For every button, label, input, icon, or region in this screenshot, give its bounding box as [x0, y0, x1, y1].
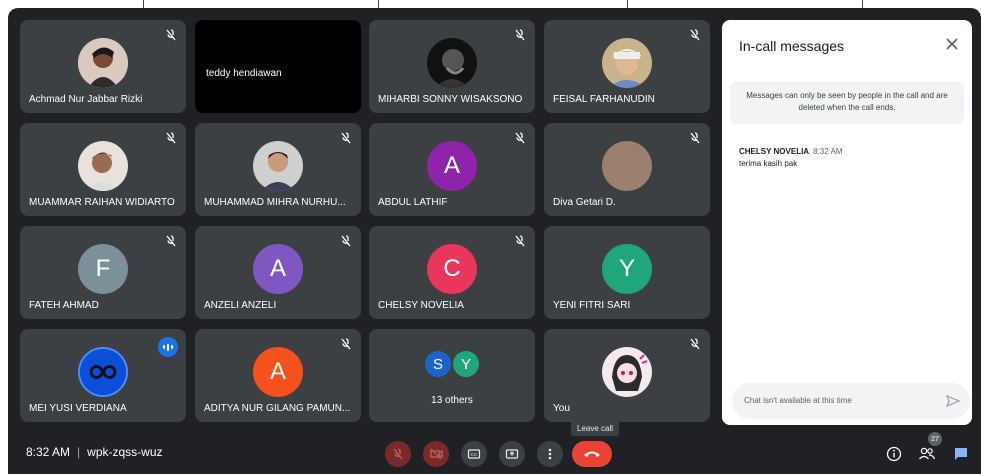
mic-off-icon — [515, 132, 525, 144]
message-sender-name: CHELSY NOVELIA — [739, 147, 810, 156]
participant-name: ABDUL LATHIF — [378, 197, 448, 208]
mic-off-icon — [515, 235, 525, 247]
participant-tile[interactable]: A ANZELI ANZELI — [195, 226, 361, 319]
participant-photo — [78, 346, 128, 397]
participant-name: Achmad Nur Jabbar Rizki — [29, 94, 143, 105]
present-icon — [505, 449, 519, 459]
participant-name: FATEH AHMAD — [29, 300, 99, 311]
participant-initial-avatar: A — [253, 243, 303, 294]
message-text: terima kasih pak — [739, 159, 798, 168]
participant-tile[interactable]: MEI YUSI VERDIANA — [20, 329, 186, 422]
chat-button[interactable] — [951, 444, 971, 464]
self-tile[interactable]: You — [544, 329, 710, 422]
participant-tile[interactable]: FEISAL FARHANUDIN — [544, 20, 710, 113]
participant-tile[interactable]: A ABDUL LATHIF — [369, 123, 535, 216]
clock-time: 8:32 AM — [26, 445, 71, 459]
leave-call-button[interactable] — [572, 441, 612, 467]
participant-name: FEISAL FARHANUDIN — [553, 94, 655, 105]
in-call-messages-panel: In-call messages Messages can only be se… — [722, 20, 972, 425]
people-button[interactable] — [917, 444, 937, 464]
camera-toggle-button[interactable] — [423, 441, 449, 467]
participant-photo — [602, 37, 652, 88]
mic-off-icon — [166, 29, 176, 41]
others-count-label: 13 others — [431, 395, 473, 406]
others-avatar: Y — [451, 349, 481, 379]
chat-input[interactable]: Chat isn't available at this time — [732, 383, 970, 419]
participant-name: You — [553, 403, 570, 414]
participant-tile[interactable]: MUHAMMAD MIHRA NURHU... — [195, 123, 361, 216]
others-avatar: S — [423, 349, 453, 379]
participant-photo — [253, 140, 303, 191]
privacy-notice: Messages can only be seen by people in t… — [730, 82, 964, 124]
chat-icon — [955, 448, 967, 460]
participant-initial-avatar: C — [427, 243, 477, 294]
more-options-button[interactable] — [537, 441, 563, 467]
separator: | — [77, 445, 81, 459]
mic-off-icon — [515, 29, 525, 41]
participant-tile[interactable]: Achmad Nur Jabbar Rizki — [20, 20, 186, 113]
mic-toggle-button[interactable] — [385, 441, 411, 467]
participant-name: MIHARBI SONNY WISAKSONO — [378, 94, 523, 105]
participant-initial-avatar: A — [253, 346, 303, 397]
participant-name: ADITYA NUR GILANG PAMUN... — [204, 403, 351, 414]
hang-up-icon — [584, 451, 600, 457]
message-sender: CHELSY NOVELIA 8:32 AM — [739, 147, 842, 156]
mic-off-icon — [341, 132, 351, 144]
participant-tile[interactable]: Y YENI FITRI SARI — [544, 226, 710, 319]
svg-text:CC: CC — [471, 452, 478, 457]
panel-title: In-call messages — [739, 38, 845, 54]
participant-photo — [78, 140, 128, 191]
camera-off-icon — [430, 448, 443, 460]
speaking-indicator-icon — [158, 337, 178, 357]
participant-name: CHELSY NOVELIA — [378, 300, 464, 311]
mic-off-icon — [341, 235, 351, 247]
participant-initial-avatar: Y — [602, 243, 652, 294]
meeting-info: 8:32 AM | wpk-zqss-wuz — [26, 445, 163, 459]
more-vert-icon — [548, 448, 552, 460]
close-icon[interactable] — [944, 36, 960, 52]
participant-name: ANZELI ANZELI — [204, 300, 277, 311]
people-icon — [919, 447, 936, 460]
meet-window: Achmad Nur Jabbar Rizki teddy hendiawan … — [8, 8, 981, 474]
mic-off-icon — [690, 29, 700, 41]
participant-name: MEI YUSI VERDIANA — [29, 403, 127, 414]
chat-input-placeholder: Chat isn't available at this time — [744, 396, 852, 405]
message-time: 8:32 AM — [813, 147, 843, 156]
mic-off-icon — [166, 235, 176, 247]
meeting-details-button[interactable] — [884, 444, 904, 464]
meeting-code: wpk-zqss-wuz — [87, 445, 163, 459]
participant-photo — [602, 140, 652, 191]
info-icon — [886, 446, 902, 462]
participant-name: teddy hendiawan — [206, 68, 282, 79]
participant-initial-avatar: F — [78, 243, 128, 294]
top-edge — [0, 0, 981, 9]
participant-name: YENI FITRI SARI — [553, 300, 631, 311]
mic-off-icon — [690, 132, 700, 144]
participant-tile[interactable]: MIHARBI SONNY WISAKSONO — [369, 20, 535, 113]
participant-tile[interactable]: teddy hendiawan — [195, 20, 361, 113]
participant-tile[interactable]: A ADITYA NUR GILANG PAMUN... — [195, 329, 361, 422]
participant-tile[interactable]: C CHELSY NOVELIA — [369, 226, 535, 319]
send-icon[interactable] — [946, 394, 960, 408]
leave-call-tooltip: Leave call — [571, 421, 620, 436]
participant-name: MUHAMMAD MIHRA NURHU... — [204, 197, 346, 208]
captions-icon: CC — [467, 449, 481, 459]
participant-tile[interactable]: Diva Getari D. — [544, 123, 710, 216]
participant-name: Diva Getari D. — [553, 197, 616, 208]
participant-initial-avatar: A — [427, 140, 477, 191]
others-tile[interactable]: S Y 13 others — [369, 329, 535, 422]
present-screen-button[interactable] — [499, 441, 525, 467]
participant-tile[interactable]: MUAMMAR RAIHAN WIDIARTO — [20, 123, 186, 216]
participant-photo — [78, 37, 128, 88]
participant-count-badge: 27 — [928, 432, 942, 446]
mic-off-icon — [166, 132, 176, 144]
captions-button[interactable]: CC — [461, 441, 487, 467]
participant-name: MUAMMAR RAIHAN WIDIARTO — [29, 197, 175, 208]
mic-off-icon — [690, 338, 700, 350]
mic-off-icon — [393, 448, 403, 460]
participant-photo — [427, 37, 477, 88]
mic-off-icon — [341, 338, 351, 350]
participant-tile[interactable]: F FATEH AHMAD — [20, 226, 186, 319]
participant-photo — [602, 346, 652, 397]
